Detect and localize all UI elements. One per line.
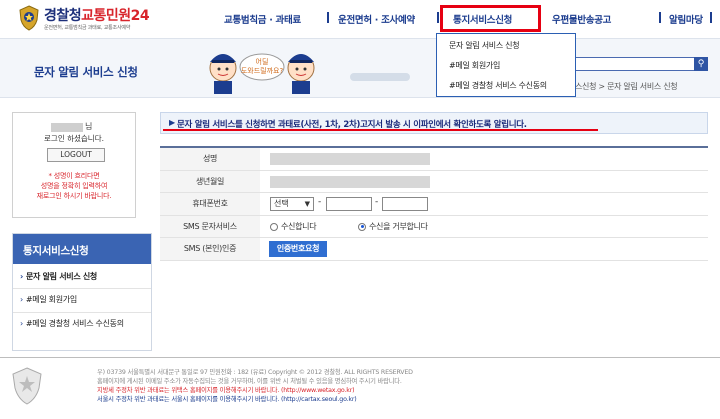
- form-label-sms: SMS 문자서비스: [160, 215, 260, 237]
- search-button[interactable]: ⚲: [694, 57, 708, 71]
- dropdown-item-email-consent[interactable]: #메일 경찰청 서비스 수신동의: [449, 80, 547, 91]
- birth-value-redacted: [270, 175, 430, 188]
- footer-address: 우) 03739 서울특별시 서대문구 통일로 97 민원전화 : 182 (유…: [97, 369, 413, 376]
- nav-divider: [327, 12, 329, 23]
- login-note-1: * 성명이 흐리다면: [48, 172, 100, 180]
- footer-email-policy: 홈페이지에 게시된 이메일 주소가 자동수집되는 것을 거부하며, 이를 위반 …: [97, 378, 402, 385]
- breadcrumb: 스신청 > 문자 알림 서비스 신청: [575, 82, 678, 91]
- sms-reject-label: 수신을 거부합니다: [369, 221, 428, 231]
- footer-cartax-link[interactable]: 서울시 주정차 위반 과태료는 서울시 홈페이지를 이용해주시기 바랍니다. (…: [97, 394, 357, 403]
- name-value-redacted: [270, 153, 430, 165]
- footer-wetax-link[interactable]: 지방세 주정차 위반 과태료는 위택스 홈페이지를 이용해주시기 바랍니다. (…: [97, 385, 355, 394]
- nav-returned-mail[interactable]: 우편물반송공고: [552, 12, 611, 26]
- nav-license[interactable]: 운전면허 · 조사예약: [338, 12, 415, 26]
- nav-divider: [437, 12, 439, 23]
- sidebar-item-email-consent[interactable]: › #메일 경찰청 서비스 수신동의: [20, 318, 148, 330]
- top-header: 경찰청교통민원24 운전면허, 교통범칙금 과태료, 교통조사예약 교통범칙금 …: [0, 0, 720, 38]
- user-name-redacted: [51, 123, 83, 132]
- nav-active-highlight: [440, 5, 541, 32]
- sidebar-item-email-signup[interactable]: › #메일 회원가입: [20, 294, 148, 306]
- phone-last-input[interactable]: [382, 197, 428, 211]
- divider: [13, 288, 151, 289]
- logout-button[interactable]: LOGOUT: [47, 148, 105, 162]
- search-icon: ⚲: [697, 59, 705, 69]
- dropdown-item-sms-service[interactable]: 문자 알림 서비스 신청: [449, 40, 520, 51]
- user-suffix: 님: [85, 122, 93, 131]
- dropdown-item-email-signup[interactable]: #메일 회원가입: [449, 60, 500, 71]
- nav-notices[interactable]: 알림마당: [669, 12, 703, 26]
- login-note-3: 재로그인 하시기 바랍니다.: [36, 192, 112, 200]
- mascot-illustration: 어딜 도와드릴까요?: [209, 53, 315, 94]
- arrow-icon: ›: [20, 319, 23, 328]
- notice-arrow-icon: ▶: [169, 118, 176, 127]
- login-message: 로그인 하셨습니다.: [44, 134, 104, 143]
- logo-title: 경찰청교통민원24: [44, 8, 150, 24]
- form-row-auth: SMS (본인)인증 인증번호요청: [160, 238, 708, 261]
- divider: [13, 312, 151, 313]
- form-row-phone: 휴대폰번호 선택 ▼ - -: [160, 193, 708, 216]
- arrow-icon: ›: [20, 295, 23, 304]
- form-row-name: 성명: [160, 148, 708, 171]
- phone-prefix-select[interactable]: 선택 ▼: [270, 197, 314, 211]
- form-row-sms: SMS 문자서비스 수신합니다 수신을 거부합니다: [160, 215, 708, 238]
- site-logo[interactable]: 경찰청교통민원24 운전면허, 교통범칙금 과태료, 교통조사예약: [18, 4, 198, 32]
- dash: -: [375, 197, 379, 207]
- form-label-phone: 휴대폰번호: [160, 193, 260, 215]
- nav-divider: [659, 12, 661, 23]
- side-menu-title: 통지서비스신청: [23, 245, 89, 257]
- sub-banner: 문자 알림 서비스 신청 어딜 도와드릴까요? ⚲ 스신청 > 문자 알림 서비…: [0, 38, 720, 98]
- notice-highlight-underline: [163, 129, 598, 131]
- form-label-birth: 생년월일: [160, 170, 260, 192]
- login-box: 님 로그인 하셨습니다. LOGOUT * 성명이 흐리다면 성명을 정확히 입…: [12, 112, 136, 218]
- nav-divider: [710, 12, 712, 23]
- sms-accept-label: 수신합니다: [281, 221, 317, 231]
- speech-bubble-line-2: 도와드릴까요?: [241, 66, 284, 75]
- form-row-birth: 생년월일: [160, 170, 708, 193]
- logo-subtitle: 운전면허, 교통범칙금 과태료, 교통조사예약: [44, 25, 131, 31]
- phone-middle-input[interactable]: [326, 197, 372, 211]
- arrow-icon: ›: [20, 272, 23, 281]
- page-title: 문자 알림 서비스 신청: [34, 65, 138, 79]
- police-emblem-icon: [12, 367, 42, 405]
- road-decoration: [350, 73, 410, 81]
- sidebar-item-sms-service[interactable]: › 문자 알림 서비스 신청: [20, 271, 148, 283]
- login-note-2: 성명을 정확히 입력하여: [40, 182, 108, 190]
- nav-dropdown-menu: 문자 알림 서비스 신청 #메일 회원가입 #메일 경찰청 서비스 수신동의: [436, 33, 576, 97]
- sms-accept-radio[interactable]: [270, 222, 278, 231]
- sms-reject-radio[interactable]: [358, 222, 366, 231]
- side-menu-header: 통지서비스신청: [13, 234, 151, 264]
- search-input[interactable]: [570, 57, 708, 71]
- nav-fines[interactable]: 교통범칙금 · 과태료: [224, 12, 301, 26]
- form-label-auth: SMS (본인)인증: [160, 238, 260, 260]
- request-auth-code-button[interactable]: 인증번호요청: [269, 241, 327, 257]
- side-menu: 통지서비스신청 › 문자 알림 서비스 신청 › #메일 회원가입 › #메일 경찰청…: [12, 233, 152, 351]
- form-label-name: 성명: [160, 148, 260, 170]
- chevron-down-icon: ▼: [304, 200, 310, 208]
- speech-bubble-line-1: 어딜: [256, 57, 269, 66]
- sms-signup-form: 성명 생년월일 휴대폰번호 선택 ▼ - - SMS 문자서비스 수신합니다 수신…: [160, 146, 708, 261]
- dash: -: [318, 197, 322, 207]
- police-emblem-icon: [19, 5, 39, 31]
- footer: 우) 03739 서울특별시 서대문구 통일로 97 민원전화 : 182 (유…: [0, 357, 720, 419]
